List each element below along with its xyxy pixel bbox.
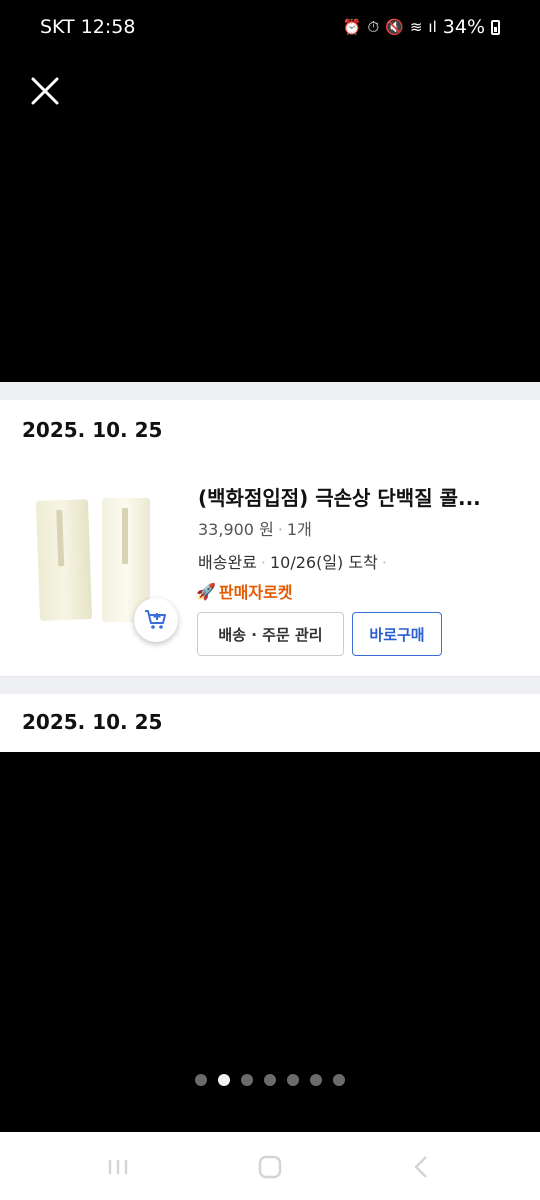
page-dot <box>287 1074 299 1086</box>
divider <box>0 676 540 677</box>
page-dot <box>241 1074 253 1086</box>
alarm-clock-icon: ⏱ <box>367 18 380 36</box>
recent-apps-icon <box>108 1160 128 1174</box>
back-button[interactable] <box>407 1152 437 1182</box>
product-image[interactable] <box>24 488 178 642</box>
page-dot <box>218 1074 230 1086</box>
cart-plus-icon <box>145 610 166 629</box>
manage-order-button[interactable]: 배송 · 주문 관리 <box>197 612 344 656</box>
mute-icon: 🔇 <box>385 18 404 36</box>
buy-again-button[interactable]: 바로구매 <box>352 612 442 656</box>
page-dot <box>195 1074 207 1086</box>
add-to-cart-button[interactable] <box>134 598 178 642</box>
page-dot <box>264 1074 276 1086</box>
page-indicator <box>0 1074 540 1086</box>
product-title[interactable]: (백화점입점) 극손상 단백질 콜... <box>198 482 518 511</box>
page-dot <box>333 1074 345 1086</box>
product-tube-front <box>35 499 93 621</box>
alarm-app-icon: ⏰ <box>342 18 362 36</box>
signal-icon: ıl <box>428 18 437 36</box>
carrier-time: SKT 12:58 <box>40 16 136 38</box>
order-date: 2025. 10. 25 <box>22 710 163 734</box>
close-icon <box>31 77 59 105</box>
battery-icon <box>491 19 500 35</box>
close-button[interactable] <box>28 74 62 108</box>
status-icons: ⏰ ⏱ 🔇 ≋ ıl 34% <box>343 16 500 38</box>
back-icon <box>414 1156 427 1178</box>
navigation-bar <box>0 1132 540 1200</box>
recent-apps-button[interactable] <box>103 1152 133 1182</box>
order-date: 2025. 10. 25 <box>22 418 163 442</box>
order-date-header: 2025. 10. 25 <box>0 400 540 462</box>
status-bar: SKT 12:58 ⏰ ⏱ 🔇 ≋ ıl 34% <box>0 0 540 56</box>
home-button[interactable] <box>255 1152 285 1182</box>
order-date-header: 2025. 10. 25 <box>0 694 540 752</box>
battery-percent: 34% <box>442 16 485 38</box>
page-dot <box>310 1074 322 1086</box>
home-icon <box>258 1155 282 1179</box>
order-list: 2025. 10. 25 2025. 10. 25 <box>0 382 540 752</box>
wifi-icon: ≋ <box>409 18 423 36</box>
